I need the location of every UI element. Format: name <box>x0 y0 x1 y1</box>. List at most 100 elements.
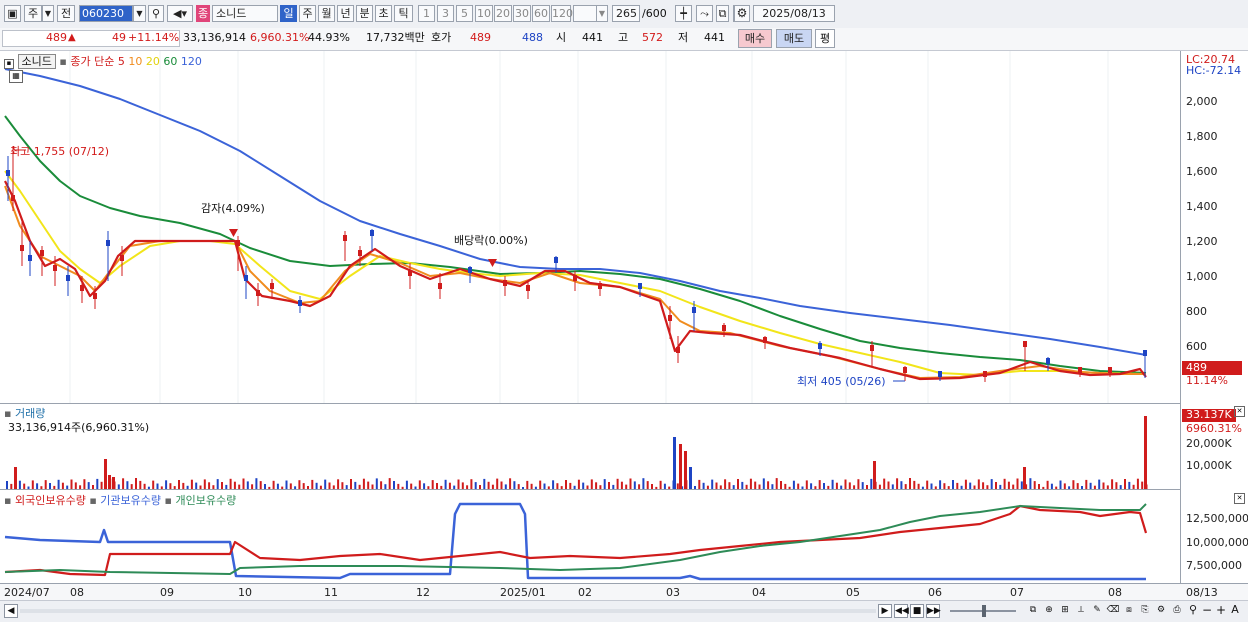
interval-30[interactable]: 30 <box>513 5 531 22</box>
volume-bar <box>358 484 361 489</box>
horizontal-scrollbar[interactable] <box>20 609 876 613</box>
settings-icon[interactable]: ⚙ <box>1154 604 1168 618</box>
screenshot-icon[interactable]: ⎘ <box>1138 604 1152 618</box>
panel-close-icon[interactable]: ✕ <box>1234 493 1245 504</box>
x-label: 09 <box>160 586 174 599</box>
volume-bar <box>603 479 606 489</box>
count-input[interactable]: 265 <box>612 5 640 22</box>
interval-5[interactable]: 5 <box>456 5 473 22</box>
tab-month[interactable]: 월 <box>318 5 335 22</box>
interval-10[interactable]: 10 <box>475 5 493 22</box>
tab-year[interactable]: 년 <box>337 5 354 22</box>
volume-bar <box>440 485 443 489</box>
tab-tick[interactable]: 틱 <box>394 5 413 22</box>
ytick: 1,800 <box>1186 130 1218 143</box>
code-dropdown-icon[interactable]: ▼ <box>133 5 146 22</box>
volume-bar <box>1111 479 1114 489</box>
ruler-icon[interactable]: ⟂ <box>1074 604 1088 618</box>
zoom-out-icon[interactable]: − <box>1200 604 1214 618</box>
stop-icon[interactable]: ■ <box>910 604 924 618</box>
prev-button[interactable]: 전 <box>57 5 75 22</box>
tab-minute[interactable]: 분 <box>356 5 373 22</box>
interval-1[interactable]: 1 <box>418 5 435 22</box>
volume-bar <box>410 483 413 489</box>
line-chart-icon[interactable]: ⤳ <box>696 5 713 22</box>
volume-chart[interactable] <box>0 404 1180 489</box>
volume-bar <box>698 479 701 489</box>
candle-icon[interactable]: ┿ <box>675 5 692 22</box>
zoom-slider-handle[interactable] <box>982 605 986 617</box>
search-icon[interactable]: ⚲ <box>148 5 164 22</box>
window-icon[interactable]: ⧉ <box>1026 604 1040 618</box>
stock-code-input[interactable]: 060230 <box>79 5 133 22</box>
chevron-down-icon[interactable]: ▼ <box>42 5 54 22</box>
volume-bar <box>909 478 911 489</box>
collapse-icon[interactable]: ▪ <box>4 59 14 69</box>
price-chart[interactable] <box>0 51 1180 403</box>
buy-button[interactable]: 매수 <box>738 29 772 48</box>
gear-icon[interactable]: ⚙ <box>734 5 750 22</box>
crosshair-icon[interactable]: ⊕ <box>1042 604 1056 618</box>
volume-bar <box>616 478 619 489</box>
volume-bar <box>547 486 550 489</box>
font-size-icon[interactable]: A <box>1228 604 1242 618</box>
scroll-right-icon[interactable]: ▶ <box>878 604 892 618</box>
volume-bar <box>117 484 120 489</box>
interval-3[interactable]: 3 <box>437 5 454 22</box>
tab-second[interactable]: 초 <box>375 5 392 22</box>
bottom-navigation-bar: ◀ ▶ ◀◀ ■ ▶▶ ⧉ ⊕ ⊞ ⟂ ✎ ⌫ ⧈ ⎘ ⚙ ⎙ ⚲ − + A <box>0 600 1248 622</box>
rewind-icon[interactable]: ◀◀ <box>894 604 909 618</box>
candle-body <box>358 250 362 256</box>
grid-icon[interactable]: ⊞ <box>1058 604 1072 618</box>
panel-close-icon[interactable]: ✕ <box>1234 406 1245 417</box>
volume-bar <box>319 485 322 489</box>
candle-body <box>1046 358 1050 364</box>
split-icon[interactable]: ⧉ <box>716 5 729 22</box>
zoom-icon[interactable]: ⚲ <box>1186 604 1200 618</box>
bullet-icon: ▪ <box>59 55 67 68</box>
holding-legend: ▪ 외국인보유수량 ▪ 기관보유수량 ▪ 개인보유수량 <box>4 492 236 508</box>
indiv-holding-label: 개인보유수량 <box>175 494 237 507</box>
volume-bar <box>1106 485 1109 489</box>
eval-button[interactable]: 평 <box>815 29 835 48</box>
layers-icon[interactable]: ⧈ <box>1122 604 1136 618</box>
scroll-left-icon[interactable]: ◀ <box>4 604 18 618</box>
volume-bar <box>655 486 658 489</box>
volume-bar <box>504 484 507 489</box>
period-week-select[interactable]: 주 <box>24 5 42 22</box>
draw-icon[interactable]: ✎ <box>1090 604 1104 618</box>
stock-name-field[interactable]: 소니드 <box>212 5 278 22</box>
zoom-in-icon[interactable]: + <box>1214 604 1228 618</box>
foreign-holding-label: 외국인보유수량 <box>14 494 86 507</box>
tab-day[interactable]: 일 <box>280 5 297 22</box>
eraser-icon[interactable]: ⌫ <box>1106 604 1120 618</box>
volume-tag-value: 33.137K <box>1186 408 1232 421</box>
ma60-line <box>4 115 1147 374</box>
volume-bar <box>930 483 933 489</box>
speaker-icon[interactable]: ◀▾ <box>167 5 193 22</box>
tab-week[interactable]: 주 <box>299 5 316 22</box>
print-icon[interactable]: ⎙ <box>1170 604 1184 618</box>
sell-button[interactable]: 매도 <box>776 29 812 48</box>
ytick: 600 <box>1186 340 1207 353</box>
ytick: 10,000K <box>1186 459 1232 472</box>
volume-bar <box>870 478 873 489</box>
window-icon[interactable]: ▣ <box>4 5 21 22</box>
volume-bar <box>1046 480 1049 489</box>
volume-bar <box>272 480 275 489</box>
volume-bar <box>233 481 236 489</box>
volume-bar <box>14 467 17 489</box>
interval-60[interactable]: 60 <box>532 5 550 22</box>
volume-bar <box>302 483 305 489</box>
fast-forward-icon[interactable]: ▶▶ <box>926 604 941 618</box>
interval-dropdown-icon[interactable]: ▼ <box>596 5 608 22</box>
date-input[interactable]: 2025/08/13 <box>753 5 835 22</box>
volume-bar <box>380 481 383 489</box>
interval-20[interactable]: 20 <box>494 5 512 22</box>
volume-bar <box>49 483 51 489</box>
table-icon[interactable]: ▦ <box>9 70 23 83</box>
interval-120[interactable]: 120 <box>551 5 573 22</box>
volume-bar <box>810 483 813 489</box>
volume-bar <box>780 481 782 489</box>
indiv-holding-line <box>4 503 1147 575</box>
